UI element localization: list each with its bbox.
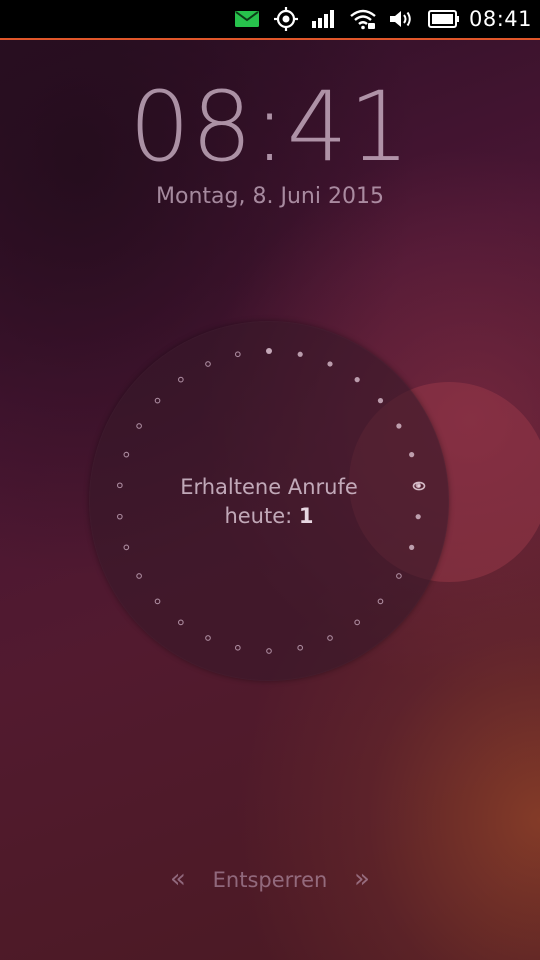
message-icon: [233, 0, 261, 38]
unlock-label: Entsperren: [212, 868, 328, 892]
empty-dot: [377, 598, 384, 605]
signal-icon: [310, 0, 336, 38]
infographic-count: 1: [298, 504, 314, 528]
lock-screen[interactable]: 08:41 08:41 Montag, 8. Juni 2015 Erhalte…: [0, 0, 540, 960]
empty-dot: [234, 351, 241, 358]
filled-dot: [409, 452, 415, 458]
infographic-text[interactable]: Erhaltene Anrufe heute: 1: [119, 473, 419, 531]
empty-dot: [136, 423, 142, 429]
volume-icon: [388, 0, 416, 38]
empty-dot: [154, 598, 161, 605]
empty-dot: [177, 619, 184, 626]
filled-dot: [354, 377, 360, 383]
filled-dot: [266, 348, 272, 354]
battery-icon: [427, 0, 461, 38]
wifi-icon: [348, 0, 378, 38]
infographic-line2: heute: 1: [119, 502, 419, 531]
empty-dot: [123, 451, 130, 458]
filled-dot: [396, 423, 402, 429]
filled-dot: [327, 361, 333, 367]
filled-dot: [409, 544, 415, 550]
empty-dot: [266, 648, 272, 654]
empty-dot: [123, 544, 130, 551]
status-bar[interactable]: 08:41: [0, 0, 540, 40]
lockscreen-clock: 08:41: [129, 71, 411, 183]
empty-dot: [205, 635, 211, 641]
chevron-right-icon: »: [354, 864, 370, 894]
empty-dot: [297, 644, 304, 651]
empty-dot: [354, 619, 361, 626]
empty-dot: [205, 361, 211, 367]
infographic-line2-prefix: heute:: [224, 504, 299, 528]
lockscreen-date: Montag, 8. Juni 2015: [156, 184, 384, 209]
location-icon: [272, 0, 300, 38]
empty-dot: [234, 644, 241, 651]
empty-dot: [327, 635, 333, 641]
status-bar-time: 08:41: [468, 7, 532, 31]
unlock-hint[interactable]: « Entsperren »: [0, 862, 540, 898]
empty-dot: [154, 397, 161, 404]
empty-dot: [396, 573, 402, 579]
infographic-line1: Erhaltene Anrufe: [180, 475, 358, 499]
empty-dot: [136, 573, 142, 579]
filled-dot: [377, 398, 384, 404]
empty-dot: [177, 376, 184, 383]
filled-dot: [297, 351, 303, 357]
